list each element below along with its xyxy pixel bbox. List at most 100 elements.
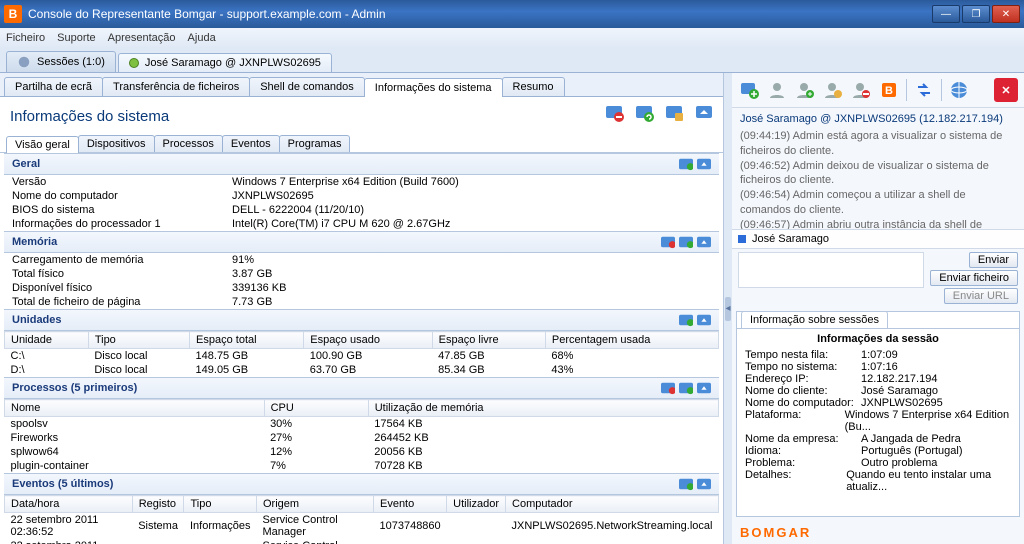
menu-ficheiro[interactable]: Ficheiro [6, 32, 45, 44]
chat-input[interactable] [738, 252, 924, 288]
transfer-icon[interactable] [913, 79, 935, 101]
col-header[interactable]: Registo [132, 496, 184, 513]
subtab-programs[interactable]: Programas [279, 135, 351, 152]
kv-value: Windows 7 Enterprise x64 Edition (Build … [232, 176, 711, 188]
col-header[interactable]: Espaço usado [304, 332, 432, 349]
section-title: Processos (5 primeiros) [12, 382, 137, 394]
section-collapse-icon[interactable] [697, 477, 711, 491]
subtab-events[interactable]: Eventos [222, 135, 280, 152]
table-row[interactable]: spoolsv30%17564 KB [5, 417, 719, 432]
user-add-icon[interactable] [794, 79, 816, 101]
end-session-button[interactable]: ✕ [994, 78, 1018, 102]
tab-screen-share[interactable]: Partilha de ecrã [4, 77, 103, 96]
col-header[interactable]: Espaço total [190, 332, 304, 349]
session-info-tab[interactable]: Informação sobre sessões [741, 311, 888, 328]
chat-user-row[interactable]: José Saramago [732, 229, 1024, 249]
send-file-button[interactable]: Enviar ficheiro [930, 270, 1018, 286]
session-info-title: Informações da sessão [745, 333, 1011, 345]
kv-key: Carregamento de memória [12, 254, 232, 266]
col-header[interactable]: Origem [257, 496, 374, 513]
session-kv: Nome do computador:JXNPLWS02695 [745, 397, 1011, 409]
section-refresh-icon[interactable] [679, 313, 693, 327]
section-title: Unidades [12, 314, 62, 326]
send-url-button[interactable]: Enviar URL [944, 288, 1018, 304]
subtab-overview[interactable]: Visão geral [6, 136, 79, 153]
col-header[interactable]: Data/hora [5, 496, 133, 513]
table-row[interactable]: D:\Disco local149.05 GB63.70 GB85.34 GB4… [5, 363, 719, 377]
section-collapse-icon[interactable] [697, 235, 711, 249]
col-header[interactable]: Espaço livre [432, 332, 545, 349]
refresh-icon[interactable] [633, 103, 655, 125]
section-refresh-icon[interactable] [679, 381, 693, 395]
table-row[interactable]: 22 setembro 2011 02:36:52SistemaInformaç… [5, 513, 719, 540]
expand-icon[interactable] [693, 103, 715, 125]
send-button[interactable]: Enviar [969, 252, 1018, 268]
section-collapse-icon[interactable] [697, 381, 711, 395]
add-session-icon[interactable] [738, 79, 760, 101]
feature-tabs: Partilha de ecrã Transferência de fichei… [0, 73, 723, 97]
kv-key: Total físico [12, 268, 232, 280]
table-row[interactable]: plugin-container7%70728 KB [5, 459, 719, 473]
titlebar: B Console do Representante Bomgar - supp… [0, 0, 1024, 28]
bomgar-button-icon[interactable]: B [878, 79, 900, 101]
kv-key: BIOS do sistema [12, 204, 232, 216]
menu-apresentacao[interactable]: Apresentação [108, 32, 176, 44]
table-row[interactable]: splwow6412%20056 KB [5, 445, 719, 459]
menu-ajuda[interactable]: Ajuda [188, 32, 216, 44]
session-kv: Detalhes:Quando eu tento instalar uma at… [745, 469, 1011, 493]
save-icon[interactable] [663, 103, 685, 125]
kv-value: 91% [232, 254, 711, 266]
user-icon[interactable] [766, 79, 788, 101]
col-header[interactable]: Unidade [5, 332, 89, 349]
col-header[interactable]: Tipo [184, 496, 257, 513]
table-row[interactable]: C:\Disco local148.75 GB100.90 GB47.85 GB… [5, 349, 719, 364]
table-row[interactable]: 22 setembro 2011 02:38:52SistemaInformaç… [5, 539, 719, 544]
user-remove-icon[interactable] [850, 79, 872, 101]
section-stop-icon[interactable] [661, 235, 675, 249]
close-button[interactable]: ✕ [992, 5, 1020, 23]
col-header[interactable]: Utilizador [447, 496, 506, 513]
minimize-button[interactable]: — [932, 5, 960, 23]
stop-icon[interactable] [603, 103, 625, 125]
table-row[interactable]: Fireworks27%264452 KB [5, 431, 719, 445]
log-line: (09:44:19) Admin está agora a visualizar… [740, 129, 1016, 159]
info-scroll-area[interactable]: Geral VersãoWindows 7 Enterprise x64 Edi… [0, 153, 723, 544]
tab-summary[interactable]: Resumo [502, 77, 565, 96]
panel-splitter[interactable]: ◂ [724, 73, 732, 544]
session-tab-active[interactable]: José Saramago @ JXNPLWS02695 [118, 53, 332, 72]
tab-system-info[interactable]: Informações do sistema [364, 78, 503, 97]
section-processes: Processos (5 primeiros) [4, 377, 719, 399]
col-header[interactable]: Utilização de memória [368, 400, 718, 417]
col-header[interactable]: CPU [264, 400, 368, 417]
section-refresh-icon[interactable] [679, 235, 693, 249]
kv-value: 339136 KB [232, 282, 711, 294]
user-bullet-icon [738, 235, 746, 243]
tab-shell[interactable]: Shell de comandos [249, 77, 365, 96]
globe-icon[interactable] [948, 79, 970, 101]
log-line: (09:46:52) Admin deixou de visualizar o … [740, 159, 1016, 189]
subtab-devices[interactable]: Dispositivos [78, 135, 155, 152]
session-kv: Idioma:Português (Portugal) [745, 445, 1011, 457]
session-tab-label: Sessões (1:0) [37, 56, 105, 68]
section-refresh-icon[interactable] [679, 477, 693, 491]
col-header[interactable]: Percentagem usada [545, 332, 718, 349]
section-collapse-icon[interactable] [697, 313, 711, 327]
session-tab-queue[interactable]: Sessões (1:0) [6, 51, 116, 72]
user-pin-icon[interactable] [822, 79, 844, 101]
section-collapse-icon[interactable] [697, 157, 711, 171]
col-header[interactable]: Computador [506, 496, 719, 513]
col-header[interactable]: Evento [373, 496, 446, 513]
processes-table: NomeCPUUtilização de memóriaspoolsv30%17… [4, 399, 719, 473]
log-line: (09:46:54) Admin começou a utilizar a sh… [740, 188, 1016, 218]
kv-row: BIOS do sistemaDELL - 6222004 (11/20/10) [4, 203, 719, 217]
section-stop-icon[interactable] [661, 381, 675, 395]
col-header[interactable]: Tipo [88, 332, 189, 349]
menu-suporte[interactable]: Suporte [57, 32, 96, 44]
col-header[interactable]: Nome [5, 400, 265, 417]
section-refresh-icon[interactable] [679, 157, 693, 171]
maximize-button[interactable]: ❐ [962, 5, 990, 23]
section-title: Eventos (5 últimos) [12, 478, 113, 490]
subtab-processes[interactable]: Processos [154, 135, 223, 152]
activity-log: José Saramago @ JXNPLWS02695 (12.182.217… [732, 107, 1024, 229]
tab-file-transfer[interactable]: Transferência de ficheiros [102, 77, 250, 96]
